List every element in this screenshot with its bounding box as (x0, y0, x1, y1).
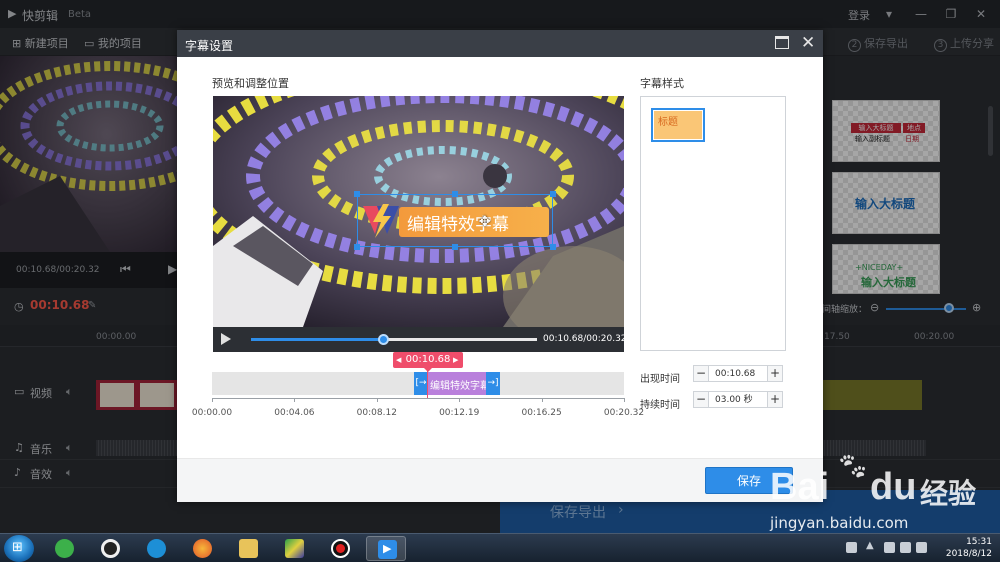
timeline-tick-label: 00:20.32 (603, 408, 645, 418)
playhead-time-tag: ◀ 00:10.68 ▶ (393, 352, 463, 372)
progress-bar[interactable] (251, 334, 537, 345)
keyboard-tray-icon[interactable] (846, 542, 857, 553)
caption-lightning-icon (363, 204, 399, 238)
tray-expand-icon[interactable]: ▲ (866, 540, 874, 551)
watermark-brand: Bai (770, 466, 830, 508)
dialog-header: 字幕设置 ✕ (177, 30, 823, 57)
timeline-tick (624, 398, 625, 402)
timeline-tick (376, 398, 378, 402)
close-icon[interactable]: ✕ (801, 33, 815, 53)
resize-handle[interactable] (452, 244, 458, 250)
resize-handle[interactable] (354, 244, 360, 250)
watermark-cn: 经验 (920, 477, 977, 510)
windows-taskbar: ⊞ ▶ ▲ 15:31 2018/8/12 (0, 533, 1000, 562)
maximize-icon[interactable] (775, 36, 789, 49)
baidu-watermark: Bai 🐾︎ du 经验 jingyan.baidu.com (770, 452, 1000, 532)
duration-input[interactable]: 03.00 秒 (709, 391, 767, 408)
qq-icon (101, 539, 120, 558)
appear-time-input[interactable]: 00:10.68 (709, 365, 767, 382)
resize-handle[interactable] (452, 191, 458, 197)
taskbar-app-editor[interactable] (274, 536, 314, 561)
subtitle-settings-dialog: 字幕设置 ✕ 预览和调整位置 编辑特效字幕 ✥ 00:10.68/00:20.3… (177, 30, 823, 502)
timeline-tick (294, 398, 296, 402)
taskbar-app-explorer[interactable] (228, 536, 268, 561)
playhead-line[interactable] (427, 368, 428, 398)
duration-plus-button[interactable]: + (767, 391, 783, 408)
arrow-right-icon[interactable]: ▶ (453, 352, 458, 368)
timeline-tick (541, 398, 543, 402)
kuaijianji-icon: ▶ (378, 540, 397, 559)
timeline-tick-label: 00:04.06 (274, 408, 315, 418)
video-editor-icon (285, 539, 304, 558)
folder-icon (239, 539, 258, 558)
timeline-tick-label: 00:08.12 (356, 408, 397, 418)
network-tray-icon[interactable] (884, 542, 895, 553)
paw-icon: 🐾︎ (836, 452, 870, 482)
resize-handle[interactable] (550, 244, 556, 250)
start-button[interactable]: ⊞ (4, 535, 34, 562)
caption-text: 编辑特效字幕 (407, 215, 509, 235)
playhead-time: 00:10.68 (405, 354, 451, 365)
taskbar-app-360[interactable] (44, 536, 84, 561)
arrow-left-icon[interactable]: ◀ (396, 352, 401, 368)
media-player-icon (147, 539, 166, 558)
caption-banner: 编辑特效字幕 (399, 207, 549, 237)
clip-label: 编辑特效字幕 (430, 381, 490, 392)
style-list: 标题 (640, 96, 786, 351)
taskbar-app-media[interactable] (136, 536, 176, 561)
clip-end-handle[interactable]: →] (486, 372, 500, 395)
progress-knob[interactable] (377, 334, 389, 345)
appear-plus-button[interactable]: + (767, 365, 783, 382)
clock-time: 15:31 (966, 537, 992, 547)
appear-minus-button[interactable]: − (693, 365, 709, 382)
watermark-url: jingyan.baidu.com (770, 514, 909, 532)
360-browser-icon (55, 539, 74, 558)
record-icon (331, 539, 350, 558)
taskbar-app-kuaijianji[interactable]: ▶ (366, 536, 406, 561)
clip-start-handle[interactable]: [→ (414, 372, 428, 395)
timeline-tick (212, 398, 213, 402)
video-time: 00:10.68/00:20.32 (543, 334, 627, 344)
windows-logo-icon: ⊞ (12, 540, 23, 555)
taskbar-app-recorder[interactable] (320, 536, 360, 561)
firefox-icon (193, 539, 212, 558)
clock-date: 2018/8/12 (945, 549, 992, 559)
video-controls: 00:10.68/00:20.32 (213, 327, 627, 352)
duration-minus-button[interactable]: − (693, 391, 709, 408)
timeline-tick-label: 00:16.25 (521, 408, 562, 418)
play-icon[interactable] (221, 333, 231, 345)
timeline-axis (212, 398, 624, 399)
timeline-tick (459, 398, 461, 402)
resize-handle[interactable] (550, 191, 556, 197)
preview-section-label: 预览和调整位置 (212, 77, 289, 90)
style-item-title[interactable]: 标题 (651, 108, 705, 142)
progress-fill (251, 338, 383, 341)
move-cursor-icon: ✥ (479, 214, 491, 230)
style-item-label: 标题 (658, 117, 678, 128)
watermark-brand2: du (870, 466, 917, 508)
dialog-title: 字幕设置 (185, 39, 234, 53)
subtitle-timeline[interactable]: [→ 编辑特效字幕 →] (212, 372, 624, 395)
system-clock[interactable]: 15:31 2018/8/12 (932, 536, 992, 560)
timeline-tick-label: 00:12.19 (439, 408, 480, 418)
resize-handle[interactable] (354, 191, 360, 197)
taskbar-app-firefox[interactable] (182, 536, 222, 561)
video-preview[interactable]: 编辑特效字幕 ✥ (213, 96, 624, 327)
volume-tray-icon[interactable] (916, 542, 927, 553)
style-section-label: 字幕样式 (640, 77, 684, 90)
timeline-tick-label: 00:00.00 (191, 408, 233, 418)
flag-tray-icon[interactable] (900, 542, 911, 553)
appear-time-label: 出现时间 (640, 374, 680, 385)
taskbar-app-qq[interactable] (90, 536, 130, 561)
